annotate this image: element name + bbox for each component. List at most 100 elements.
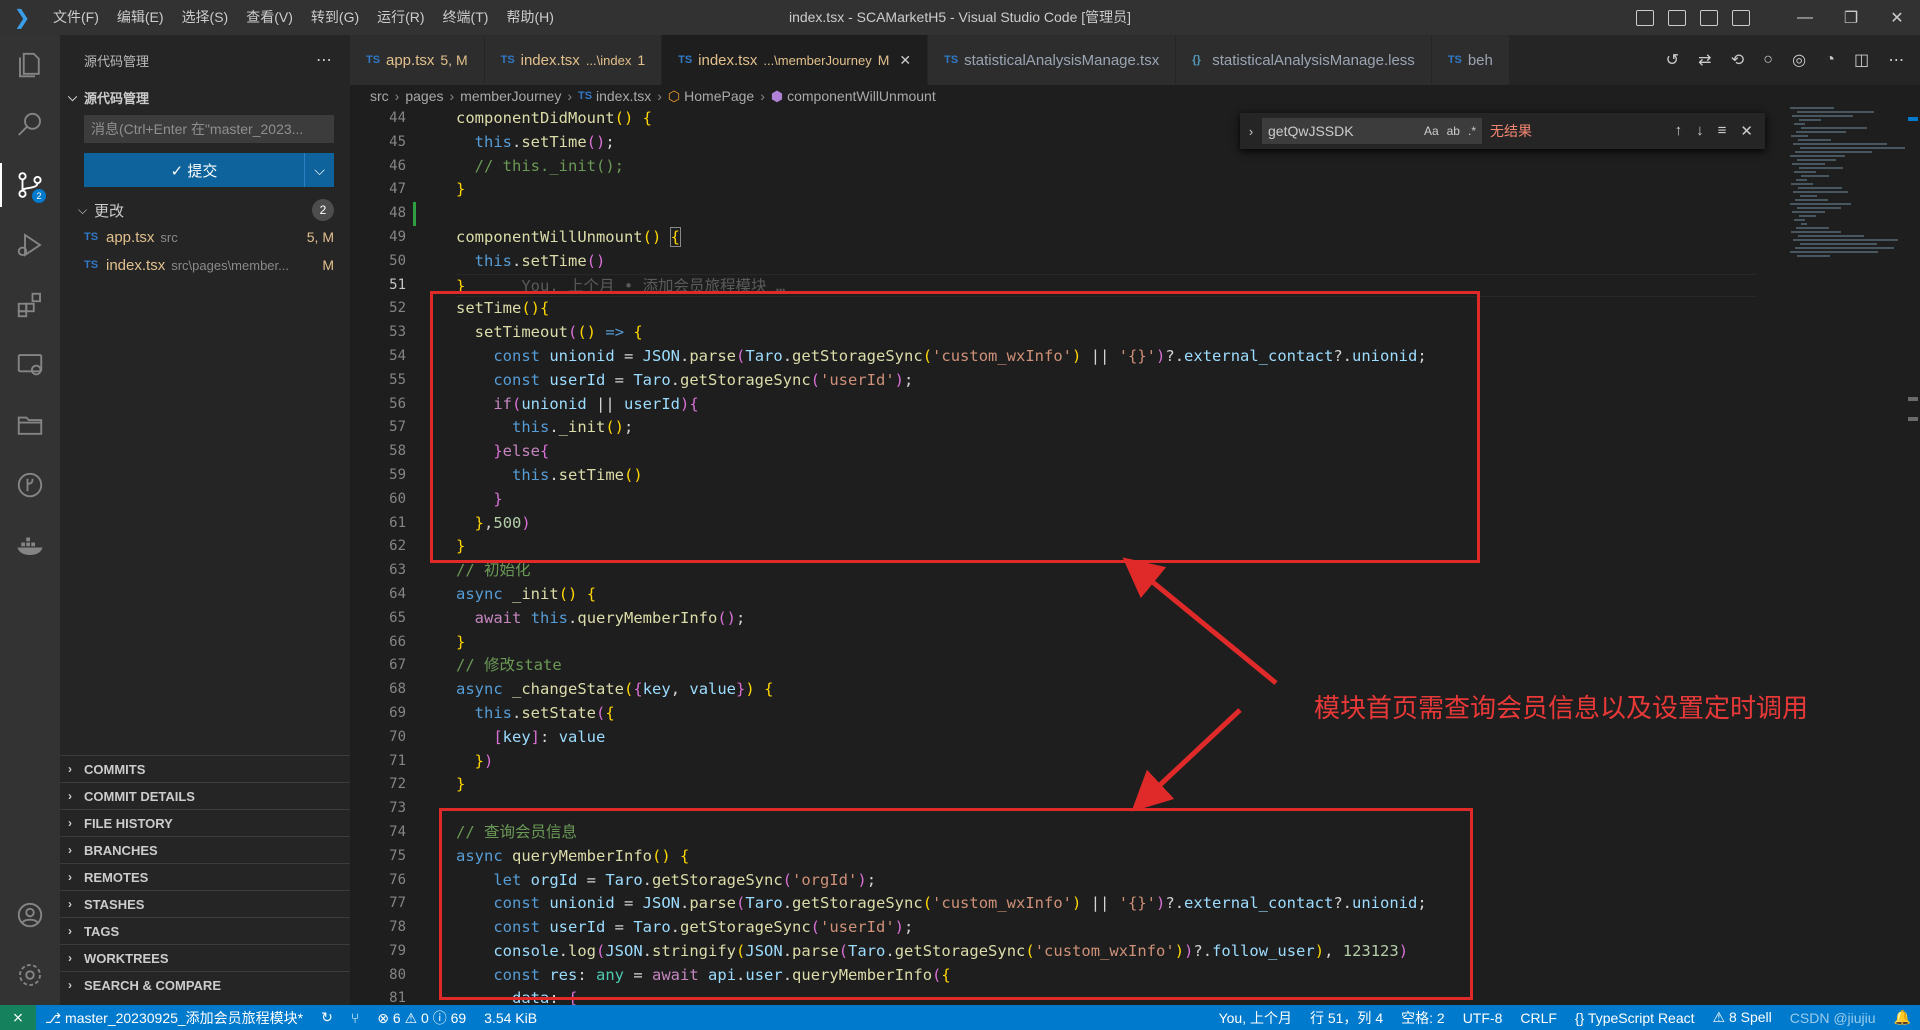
commit-button[interactable]: ✓ 提交: [84, 153, 304, 187]
minimize-icon[interactable]: —: [1782, 0, 1828, 35]
menu-terminal[interactable]: 终端(T): [434, 0, 498, 35]
line-number: 69: [389, 704, 406, 721]
cursor-position[interactable]: 行 51，列 4: [1301, 1008, 1392, 1028]
menu-edit[interactable]: 编辑(E): [108, 0, 173, 35]
watermark: CSDN @jiujiu: [1789, 1009, 1876, 1026]
restore-icon[interactable]: ❐: [1828, 0, 1874, 35]
previous-revision-icon[interactable]: ○: [1763, 51, 1773, 69]
customize-layout-icon[interactable]: [1732, 9, 1750, 26]
git-graph-icon[interactable]: [0, 455, 60, 515]
breadcrumb-item[interactable]: HomePage: [684, 88, 754, 104]
panel-stashes[interactable]: › STASHES: [60, 890, 350, 917]
line-ending[interactable]: CRLF: [1511, 1010, 1566, 1026]
line-number-gutter: 44 45 46 47 48 49 50 51 52 53 54 55 56 5…: [350, 107, 410, 1005]
accounts-icon[interactable]: [0, 885, 60, 945]
sync-icon[interactable]: ↻: [312, 1009, 342, 1026]
search-icon[interactable]: [0, 95, 60, 155]
typescript-file-icon: TS: [678, 54, 693, 66]
whole-word-icon[interactable]: ab: [1447, 118, 1460, 144]
source-control-icon[interactable]: 2: [0, 155, 60, 215]
menu-help[interactable]: 帮助(H): [497, 0, 562, 35]
blame-toggle-icon[interactable]: ◔: [1825, 51, 1835, 69]
chevron-right-icon: ›: [68, 816, 72, 830]
scm-section-title[interactable]: ⌵ 源代码管理: [60, 85, 350, 109]
regex-icon[interactable]: .*: [1468, 118, 1476, 144]
close-find-icon[interactable]: ✕: [1740, 122, 1753, 140]
spell-checker[interactable]: ⚠ 8 Spell: [1704, 1009, 1781, 1026]
find-input[interactable]: getQwJSSDK Aa ab .*: [1262, 118, 1482, 144]
tab-app-tsx[interactable]: TS app.tsx 5, M: [350, 35, 485, 85]
tab-close-icon[interactable]: ✕: [899, 52, 911, 69]
breadcrumb-item[interactable]: componentWillUnmount: [787, 88, 936, 104]
minimap-line: [1800, 243, 1877, 245]
previous-match-icon[interactable]: ↑: [1675, 122, 1683, 140]
project-manager-icon[interactable]: [0, 395, 60, 455]
changes-header[interactable]: ⌵ 更改 2: [60, 197, 350, 223]
commit-message-input[interactable]: 消息(Ctrl+Enter 在"master_2023...: [84, 115, 334, 143]
branch-indicator[interactable]: ⎇ master_20230925_添加会员旅程模块*: [36, 1008, 312, 1028]
tab-index-tsx-index[interactable]: TS index.tsx ...\index 1: [484, 35, 663, 85]
manage-gear-icon[interactable]: [0, 945, 60, 1005]
history-icon[interactable]: ↺: [1666, 50, 1679, 70]
code-line: }: [456, 180, 466, 199]
menu-view[interactable]: 查看(V): [237, 0, 302, 35]
tab-index-tsx-memberjourney[interactable]: TS index.tsx ...\memberJourney M ✕: [662, 35, 929, 85]
panel-commit-details[interactable]: › COMMIT DETAILS: [60, 782, 350, 809]
panel-tags[interactable]: › TAGS: [60, 917, 350, 944]
remote-indicator-icon[interactable]: ⨯: [0, 1005, 36, 1030]
extensions-icon[interactable]: [0, 275, 60, 335]
changed-file-item[interactable]: TS app.tsx src 5, M: [60, 223, 350, 251]
panel-worktrees[interactable]: › WORKTREES: [60, 944, 350, 971]
minimap-line: [1800, 195, 1817, 197]
panel-remotes[interactable]: › REMOTES: [60, 863, 350, 890]
line-number: 53: [389, 324, 406, 341]
panel-commits[interactable]: › COMMITS: [60, 755, 350, 782]
match-case-icon[interactable]: Aa: [1424, 118, 1439, 144]
commit-dropdown-icon[interactable]: ⌵: [304, 153, 334, 187]
toggle-primary-sidebar-icon[interactable]: [1636, 9, 1654, 26]
panel-branches[interactable]: › BRANCHES: [60, 836, 350, 863]
more-actions-icon[interactable]: ⋯: [316, 50, 332, 70]
breadcrumb-item[interactable]: index.tsx: [596, 88, 651, 104]
activity-bar-bottom: [0, 885, 60, 1005]
run-debug-icon[interactable]: [0, 215, 60, 275]
next-revision-icon[interactable]: ◎: [1792, 50, 1806, 70]
toggle-panel-icon[interactable]: [1668, 9, 1686, 26]
tab-statistical-tsx[interactable]: TS statisticalAnalysisManage.tsx: [928, 35, 1177, 85]
line-number: 67: [389, 657, 406, 674]
more-actions-icon[interactable]: ⋯: [1888, 50, 1904, 70]
menu-run[interactable]: 运行(R): [368, 0, 433, 35]
line-number: 47: [389, 181, 406, 198]
panel-file-history[interactable]: › FILE HISTORY: [60, 809, 350, 836]
git-graph-status-icon[interactable]: ⑂: [342, 1010, 368, 1026]
split-editor-icon[interactable]: ◫: [1854, 50, 1869, 70]
git-blame-status[interactable]: You, 上个月: [1210, 1008, 1301, 1028]
breadcrumb-item[interactable]: memberJourney: [460, 88, 561, 104]
changed-file-item[interactable]: TS index.tsx src\pages\member... M: [60, 251, 350, 279]
indentation[interactable]: 空格: 2: [1392, 1008, 1454, 1028]
tab-statistical-less[interactable]: {} statisticalAnalysisManage.less: [1176, 35, 1432, 85]
panel-search-compare[interactable]: › SEARCH & COMPARE: [60, 971, 350, 998]
next-match-icon[interactable]: ↓: [1696, 122, 1704, 140]
close-icon[interactable]: ✕: [1874, 0, 1920, 35]
open-changes-icon[interactable]: ⟲: [1731, 50, 1744, 70]
toggle-replace-chevron-icon[interactable]: ›: [1240, 124, 1262, 139]
language-mode[interactable]: {} TypeScript React: [1566, 1010, 1704, 1026]
toggle-secondary-sidebar-icon[interactable]: [1700, 9, 1718, 26]
docker-icon[interactable]: [0, 515, 60, 575]
find-in-selection-icon[interactable]: ≡: [1718, 122, 1727, 140]
breadcrumb-item[interactable]: src: [370, 88, 389, 104]
menu-go[interactable]: 转到(G): [302, 0, 368, 35]
menu-selection[interactable]: 选择(S): [173, 0, 238, 35]
minimap[interactable]: [1790, 107, 1905, 347]
vertical-scrollbar[interactable]: [1906, 107, 1920, 1005]
explorer-icon[interactable]: [0, 35, 60, 95]
menu-file[interactable]: 文件(F): [44, 0, 108, 35]
encoding[interactable]: UTF-8: [1454, 1010, 1512, 1026]
compare-changes-icon[interactable]: ⇄: [1698, 50, 1711, 70]
problems-indicator[interactable]: ⊗ 6 ⚠ 0 ⓘ 69: [368, 1008, 475, 1028]
notifications-bell-icon[interactable]: 🔔: [1885, 1009, 1920, 1026]
tab-beh[interactable]: TS beh: [1431, 35, 1510, 85]
breadcrumb-item[interactable]: pages: [405, 88, 443, 104]
remote-explorer-icon[interactable]: [0, 335, 60, 395]
